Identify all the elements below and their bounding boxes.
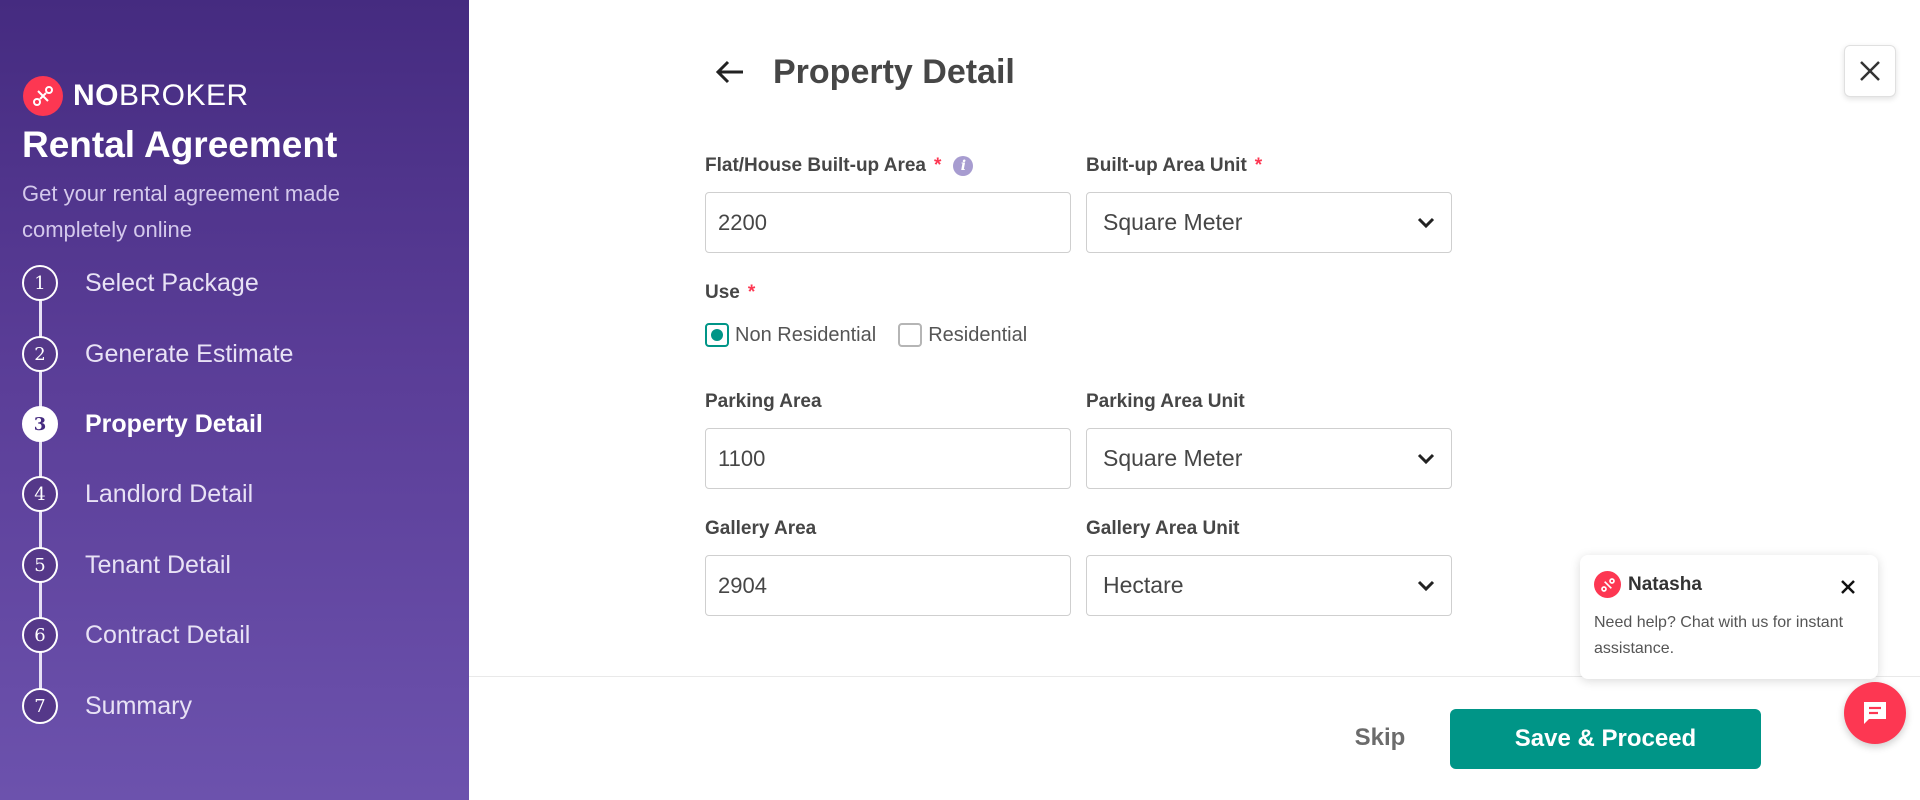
chevron-down-icon [1417, 453, 1435, 464]
gallery-area-input[interactable] [705, 555, 1071, 616]
nobroker-logo-icon [23, 76, 63, 116]
step-label: Contract Detail [85, 620, 251, 649]
step-label: Select Package [85, 268, 259, 297]
parking-unit-label: Parking Area Unit [1086, 391, 1245, 412]
step-tenant-detail[interactable]: 5 Tenant Detail [22, 547, 231, 583]
selected-value: Square Meter [1103, 209, 1243, 235]
step-label: Property Detail [85, 409, 263, 438]
gallery-unit-select[interactable]: Hectare [1086, 555, 1452, 616]
use-radio-group: Non Residential Residential [705, 323, 1049, 347]
parking-unit-select[interactable]: Square Meter [1086, 428, 1452, 489]
step-landlord-detail[interactable]: 4 Landlord Detail [22, 476, 253, 512]
chevron-down-icon [1417, 217, 1435, 228]
selected-value: Hectare [1103, 572, 1184, 598]
sidebar-subtitle: Get your rental agreement made completel… [22, 181, 340, 242]
chat-message: Need help? Chat with us for instant assi… [1594, 614, 1844, 657]
builtup-area-input[interactable] [705, 192, 1071, 253]
radio-checked[interactable] [705, 323, 729, 347]
builtup-area-label: Flat/House Built-up Area * i [705, 155, 974, 177]
selected-value: Square Meter [1103, 445, 1243, 471]
step-select-package[interactable]: 1 Select Package [22, 265, 259, 301]
gallery-area-label: Gallery Area [705, 518, 817, 539]
builtup-unit-select[interactable]: Square Meter [1086, 192, 1452, 253]
step-label: Landlord Detail [85, 479, 254, 508]
builtup-unit-label: Built-up Area Unit * [1086, 155, 1263, 176]
close-icon [1841, 580, 1855, 594]
option-label: Residential [928, 323, 1028, 346]
chevron-down-icon [1417, 580, 1435, 591]
step-number: 3 [22, 406, 58, 442]
step-number: 5 [22, 547, 58, 583]
chat-avatar-icon [1594, 571, 1621, 598]
step-number: 1 [22, 265, 58, 301]
step-number: 4 [22, 476, 58, 512]
gallery-unit-label: Gallery Area Unit [1086, 518, 1240, 539]
chat-close-button[interactable] [1836, 575, 1860, 599]
sidebar-title: Rental Agreement [22, 124, 338, 165]
arrow-left-icon [715, 60, 743, 84]
use-option-residential[interactable]: Residential [898, 323, 1027, 347]
chat-popup[interactable]: Natasha Need help? Chat with us for inst… [1580, 555, 1878, 679]
option-label: Non Residential [735, 323, 877, 346]
step-label: Generate Estimate [85, 339, 294, 368]
save-proceed-button[interactable]: Save & Proceed [1450, 709, 1761, 769]
required-marker: * [747, 282, 756, 303]
step-label: Tenant Detail [85, 550, 231, 579]
close-button[interactable] [1844, 45, 1896, 97]
close-icon [1860, 61, 1880, 81]
parking-area-input[interactable] [705, 428, 1071, 489]
use-option-non-residential[interactable]: Non Residential [705, 323, 876, 347]
back-button[interactable] [705, 48, 761, 96]
skip-button[interactable]: Skip [1340, 710, 1420, 766]
step-contract-detail[interactable]: 6 Contract Detail [22, 617, 250, 653]
use-label: Use * [705, 282, 756, 303]
sidebar: NOBROKER Rental Agreement Get your renta… [0, 0, 469, 800]
page-title: Property Detail [773, 52, 1015, 91]
info-icon[interactable]: i [953, 156, 974, 176]
brand[interactable]: NOBROKER [23, 76, 249, 116]
page-header: Property Detail [705, 48, 1015, 96]
step-number: 2 [22, 336, 58, 372]
step-property-detail[interactable]: 3 Property Detail [22, 406, 263, 442]
step-number: 6 [22, 617, 58, 653]
step-label: Summary [85, 691, 192, 720]
chat-bubble-icon [1864, 702, 1886, 724]
brand-wordmark: NOBROKER [73, 79, 249, 112]
radio-unchecked[interactable] [898, 323, 923, 347]
step-number: 7 [22, 688, 58, 724]
parking-area-label: Parking Area [705, 391, 822, 412]
step-generate-estimate[interactable]: 2 Generate Estimate [22, 336, 293, 372]
chat-agent-name: Natasha [1628, 573, 1702, 595]
step-summary[interactable]: 7 Summary [22, 688, 192, 724]
required-marker: * [1254, 155, 1263, 176]
required-marker: * [933, 155, 942, 176]
chat-open-button[interactable] [1844, 682, 1906, 744]
